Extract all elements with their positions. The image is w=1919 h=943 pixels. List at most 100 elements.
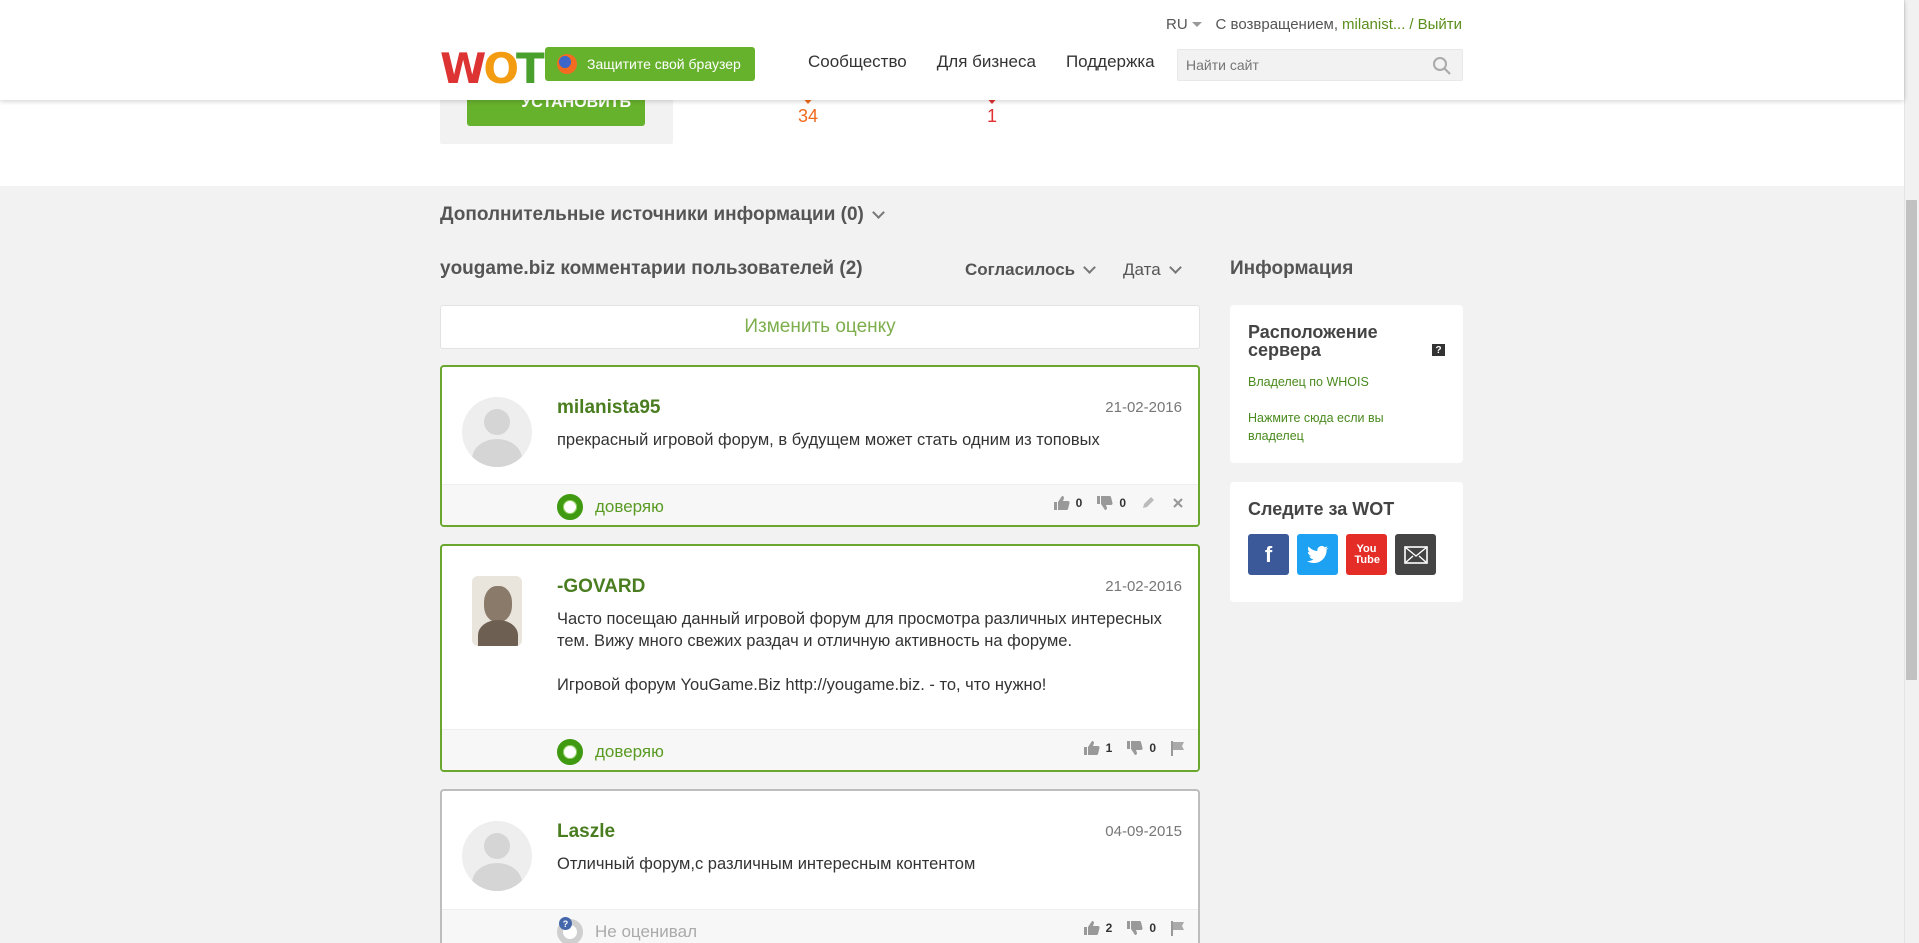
chevron-down-icon [872,206,885,219]
youtube-label: You Tube [1354,542,1380,566]
search-input[interactable] [1178,50,1418,80]
scrollbar-thumb[interactable] [1906,200,1917,680]
like-count: 2 [1105,921,1113,935]
help-icon[interactable]: ? [1432,344,1445,356]
logo-letter: W [440,44,486,93]
dislike-count: 0 [1149,741,1156,755]
comment-actions: 0 0 [1053,495,1186,511]
close-icon[interactable] [1170,495,1186,511]
comment-actions: 2 0 [1083,920,1186,936]
comment-text: Отличный форум,с различным интересным ко… [557,855,976,873]
comment-username[interactable]: Laszle [557,821,615,843]
flag-icon[interactable] [1170,920,1186,936]
flag-icon[interactable] [1170,740,1186,756]
comment-date: 21-02-2016 [1105,399,1182,416]
firefox-icon [557,54,577,74]
rating-metric-red: 1 [962,96,1022,127]
rating-metric-orange: 34 [778,96,838,127]
thumbs-down-icon [1127,741,1143,755]
language-label: RU [1166,16,1188,33]
social-links: f You Tube [1248,534,1436,575]
like-button[interactable]: 1 [1083,740,1113,756]
username-link[interactable]: milanist... [1342,16,1405,33]
search-icon[interactable] [1432,56,1452,76]
logo-letter: O [483,44,519,93]
thumbs-down-icon [1097,496,1113,510]
comment-card: Laszle 04-09-2015 Отличный форум,с разли… [440,789,1200,943]
protect-browser-label: Защитите свой браузер [587,56,741,72]
avatar[interactable] [462,397,532,467]
comment-card: -GOVARD 21-02-2016 Часто посещаю данный … [440,544,1200,772]
nav-support[interactable]: Поддержка [1066,52,1155,72]
protect-browser-button[interactable]: Защитите свой браузер [545,47,755,81]
logo-letter: T [516,44,545,93]
main-nav: Сообщество Для бизнеса Поддержка [808,52,1155,72]
separator: / [1409,16,1414,33]
like-button[interactable]: 0 [1053,495,1082,511]
dislike-button[interactable]: 0 [1096,495,1126,511]
dislike-button[interactable]: 0 [1126,740,1156,756]
sort-date[interactable]: Дата [1123,260,1182,280]
trust-ring-icon [557,494,583,520]
server-location-title: Расположение сервера [1248,322,1378,360]
trust-ring-icon [557,739,583,765]
edit-icon[interactable] [1140,495,1156,511]
chevron-down-icon [1083,261,1096,274]
sort-agreement-label: Согласилось [965,260,1076,279]
follow-wot-title: Следите за WOT [1248,499,1395,519]
comment-footer: доверяю 0 0 [442,484,1198,525]
comment-date: 04-09-2015 [1105,823,1182,840]
nav-community[interactable]: Сообщество [808,52,907,72]
facebook-icon[interactable]: f [1248,534,1289,575]
site-header: RU С возвращением, milanist... / Выйти W… [0,0,1904,100]
change-rating-button[interactable]: Изменить оценку [440,305,1200,349]
sort-date-label: Дата [1123,260,1161,279]
chevron-down-icon [1168,261,1182,274]
comment-footer: ? Не оценивал 2 0 [442,909,1198,943]
trust-label: Не оценивал [595,922,698,941]
trust-label: доверяю [595,497,664,516]
like-count: 1 [1105,741,1113,755]
like-button[interactable]: 2 [1083,920,1113,936]
email-icon[interactable] [1395,534,1436,575]
comments-title: yougame.biz комментарии пользователей (2… [440,258,863,279]
thumbs-up-icon [1053,496,1070,510]
twitter-icon[interactable] [1297,534,1338,575]
wot-logo[interactable]: WOT [440,44,545,93]
comment-text: прекрасный игровой форум, в будущем може… [557,431,1100,449]
dislike-count: 0 [1119,496,1126,510]
comment-username[interactable]: milanista95 [557,397,661,419]
dislike-count: 0 [1149,921,1156,935]
comment-text: Часто посещаю данный игровой форум для п… [557,610,1162,694]
page-scrollbar[interactable] [1904,0,1919,943]
comment-actions: 1 0 [1083,740,1186,756]
additional-sources-toggle[interactable]: Дополнительные источники информации (0) [440,204,885,226]
avatar[interactable] [472,576,522,646]
question-icon: ? [559,917,572,930]
metric-value: 1 [986,106,997,126]
avatar[interactable] [462,821,532,891]
youtube-icon[interactable]: You Tube [1346,534,1387,575]
user-welcome: С возвращением, milanist... / Выйти [1216,16,1462,33]
logout-link[interactable]: Выйти [1418,16,1462,33]
claim-owner-link[interactable]: Нажмите сюда если вы владелец [1248,409,1408,445]
comment-date: 21-02-2016 [1105,578,1182,595]
site-search [1177,49,1463,81]
trust-label: доверяю [595,742,664,761]
comment-footer: доверяю 1 0 [442,729,1198,770]
comment-card: milanista95 21-02-2016 прекрасный игрово… [440,365,1200,527]
sort-agreement[interactable]: Согласилось [965,260,1096,280]
change-rating-label: Изменить оценку [744,316,896,337]
language-selector[interactable]: RU [1166,16,1202,33]
nav-business[interactable]: Для бизнеса [937,52,1036,72]
trust-rating: ? Не оценивал [557,917,698,943]
comment-username[interactable]: -GOVARD [557,576,645,598]
follow-wot-card: Следите за WOT f You Tube [1230,482,1463,602]
thumbs-down-icon [1127,921,1143,935]
whois-owner-link[interactable]: Владелец по WHOIS [1248,373,1369,391]
dislike-button[interactable]: 0 [1126,920,1156,936]
caret-down-icon [1191,22,1202,27]
thumbs-up-icon [1083,741,1100,755]
trust-rating: доверяю [557,494,664,520]
thumbs-up-icon [1083,921,1100,935]
